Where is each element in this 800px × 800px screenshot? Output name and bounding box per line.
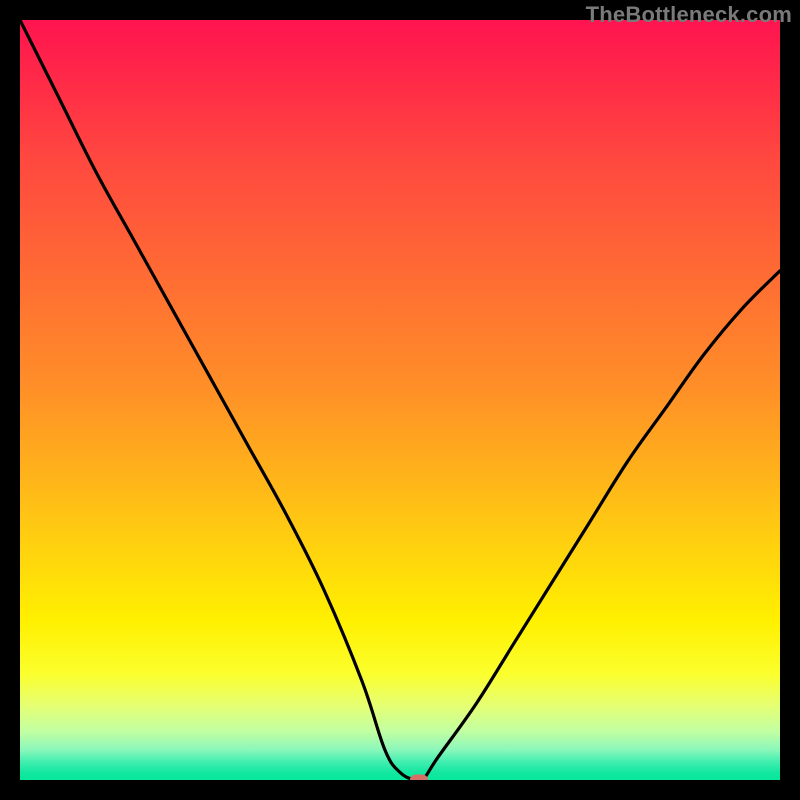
bottleneck-curve bbox=[20, 20, 780, 780]
chart-frame: TheBottleneck.com bbox=[0, 0, 800, 800]
watermark-text: TheBottleneck.com bbox=[586, 2, 792, 28]
optimal-point-marker bbox=[410, 775, 428, 781]
plot-area bbox=[20, 20, 780, 780]
